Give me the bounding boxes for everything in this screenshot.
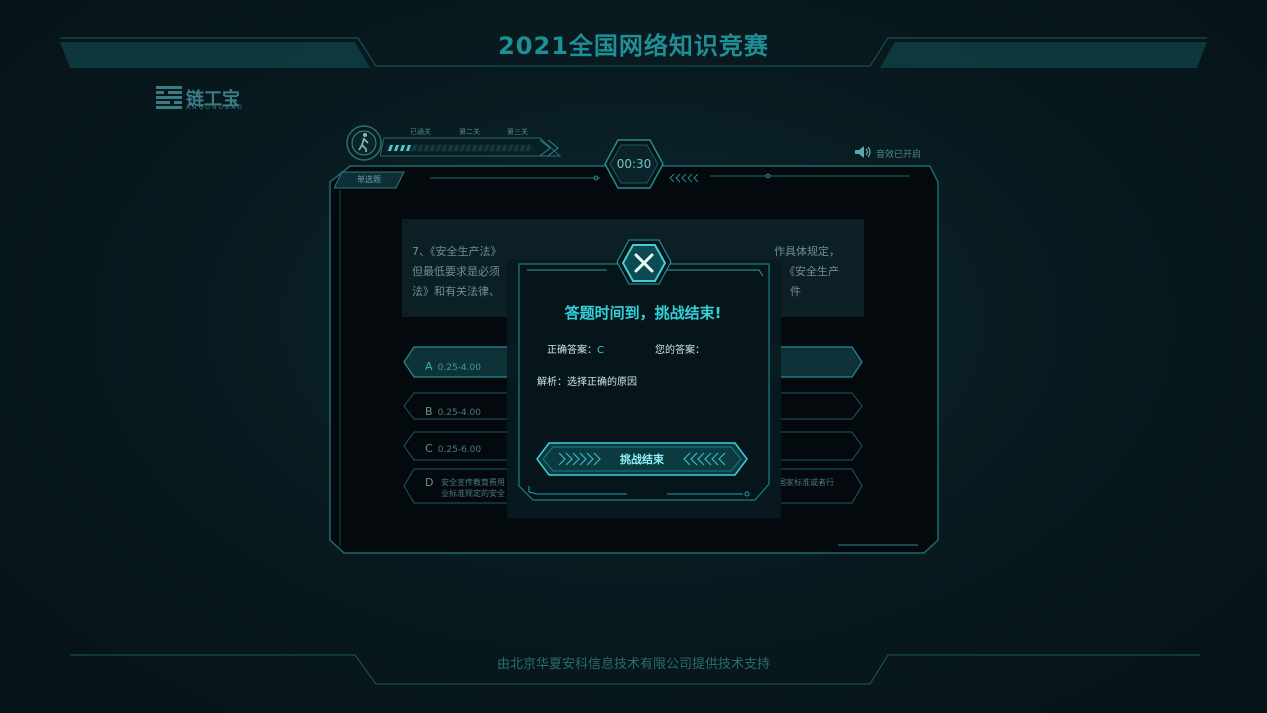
option-a-letter: A: [425, 360, 433, 373]
timer-arrows-icon: [669, 173, 699, 183]
question-text-right: 作具体规定， 《安全生产 件: [772, 242, 852, 302]
your-answer-label: 您的答案：: [655, 345, 705, 356]
analysis-label: 解析：: [537, 377, 567, 388]
correct-answer-label: 正确答案：: [547, 345, 597, 356]
question-line-1-right: 作具体规定，: [774, 245, 840, 258]
footer-credit: 由北京华夏安科信息技术有限公司提供技术支持: [496, 657, 770, 672]
correct-answer: 正确答案：C: [547, 341, 604, 356]
question-line-2-right: 《安全生产: [784, 265, 839, 278]
option-d-text-right: 国家标准或者行: [778, 478, 834, 487]
close-icon[interactable]: [620, 241, 668, 285]
question-line-2: 但最低要求是必须: [412, 265, 500, 278]
stage-1-label: 已通关: [410, 128, 431, 136]
stage-2-label: 第二关: [459, 128, 480, 136]
logo-icon: [156, 86, 182, 109]
question-line-3-right: 件: [790, 285, 801, 298]
question-line-1: 7、《安全生产法》: [412, 245, 502, 258]
option-c-letter: C: [425, 442, 433, 455]
question-text-left: 7、《安全生产法》 但最低要求是必须 法》和有关法律、: [412, 242, 502, 302]
question-line-3: 法》和有关法律、: [412, 285, 500, 298]
analysis-text: 选择正确的原因: [567, 377, 637, 388]
timer-value: 00:30: [616, 157, 652, 171]
question-type-label: 单选题: [357, 175, 381, 184]
correct-answer-value: C: [597, 345, 604, 356]
page-title: 2021全国网络知识竞赛: [498, 32, 769, 60]
option-b-text: 0.25-4.00: [437, 408, 481, 418]
sound-status-label[interactable]: 音效已开启: [876, 147, 921, 160]
your-answer: 您的答案：: [655, 341, 705, 356]
option-c-text: 0.25-6.00: [437, 445, 482, 455]
speaker-icon[interactable]: [854, 145, 872, 159]
end-challenge-button[interactable]: 挑战结束: [537, 451, 747, 467]
option-a-text: 0.25-4.00: [437, 363, 481, 373]
option-a[interactable]: A 0.25-4.00: [425, 355, 520, 373]
stage-3-label: 第三关: [507, 128, 528, 136]
option-b[interactable]: B 0.25-4.00: [425, 400, 520, 418]
option-b-letter: B: [425, 405, 433, 418]
option-d-text-2: 业标准规定的安全: [441, 489, 505, 498]
option-c[interactable]: C 0.25-6.00: [425, 437, 520, 455]
option-d-letter: D: [425, 476, 434, 489]
option-d-text: 安全宣传教育费用: [441, 478, 505, 487]
progress-bar: [380, 137, 562, 157]
logo-subtext: ANGONGBAO: [186, 104, 244, 111]
analysis: 解析：选择正确的原因: [537, 373, 637, 388]
modal-title: 答题时间到，挑战结束!: [564, 304, 722, 322]
walker-icon: [346, 125, 382, 161]
